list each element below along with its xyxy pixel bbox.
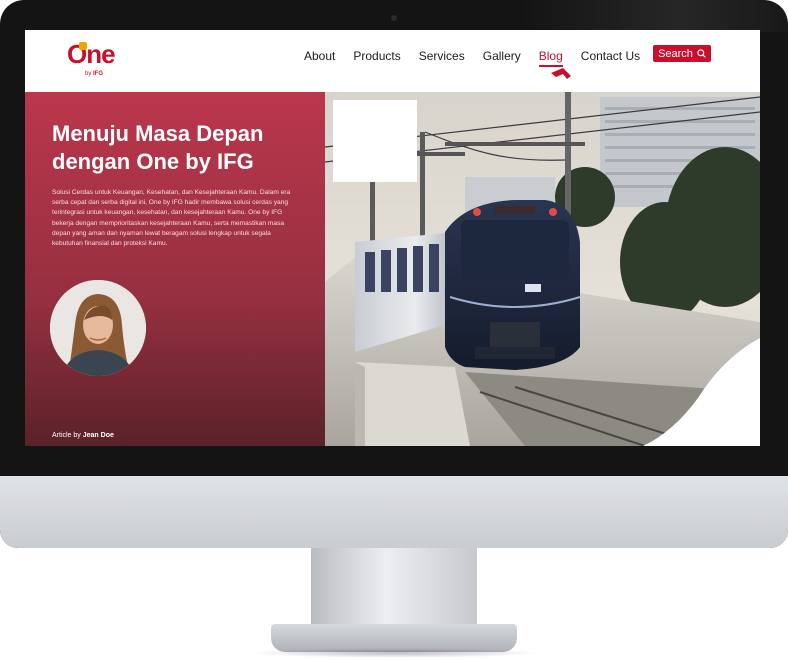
hero-description: Solusi Cerdas untuk Keuangan, Kesehatan,…: [52, 189, 291, 248]
search-label: Search: [658, 47, 693, 60]
nav-link-about[interactable]: About: [304, 49, 335, 63]
author-avatar[interactable]: [50, 280, 146, 376]
logo[interactable]: One by IFG: [67, 40, 131, 84]
author-prefix: Article by: [52, 432, 81, 439]
logo-sub-prefix: by: [85, 71, 92, 77]
author-name[interactable]: Jean Doe: [83, 432, 114, 439]
monitor-glare: [520, 0, 788, 32]
search-button[interactable]: Search: [653, 45, 711, 62]
stand-shadow: [250, 648, 540, 658]
hero-title: Menuju Masa Depan dengan One by IFG: [52, 121, 264, 174]
nav-link-contact[interactable]: Contact Us: [581, 49, 640, 63]
decor-white-square: [333, 100, 417, 182]
author-portrait: [50, 280, 146, 376]
navbar: One by IFG About Products Services Galle…: [25, 30, 760, 93]
search-icon: [697, 49, 706, 58]
active-underline: [538, 65, 563, 67]
nav-link-blog-label: Blog: [538, 49, 563, 63]
nav-link-services[interactable]: Services: [419, 49, 465, 63]
logo-subtitle: by IFG: [85, 71, 103, 77]
nav-links: About Products Services Gallery Blog Con…: [304, 46, 640, 67]
nav-link-gallery[interactable]: Gallery: [483, 49, 521, 63]
cursor-arrow-icon: [551, 68, 571, 79]
monitor-stand-neck: [311, 548, 477, 632]
screen: One by IFG About Products Services Galle…: [25, 30, 760, 446]
nav-link-products[interactable]: Products: [353, 49, 400, 63]
logo-sub-brand: IFG: [93, 71, 104, 77]
hero-section: Menuju Masa Depan dengan One by IFG Solu…: [25, 92, 760, 446]
article-author: Article by Jean Doe: [52, 432, 114, 439]
logo-word: One: [67, 39, 116, 69]
camera: [391, 15, 397, 21]
logo-accent-icon: [79, 42, 87, 50]
decor-white-corner: [643, 338, 760, 446]
nav-link-blog[interactable]: Blog: [538, 49, 563, 67]
monitor-chin: [0, 476, 788, 548]
monitor-frame: One by IFG About Products Services Galle…: [0, 0, 788, 548]
